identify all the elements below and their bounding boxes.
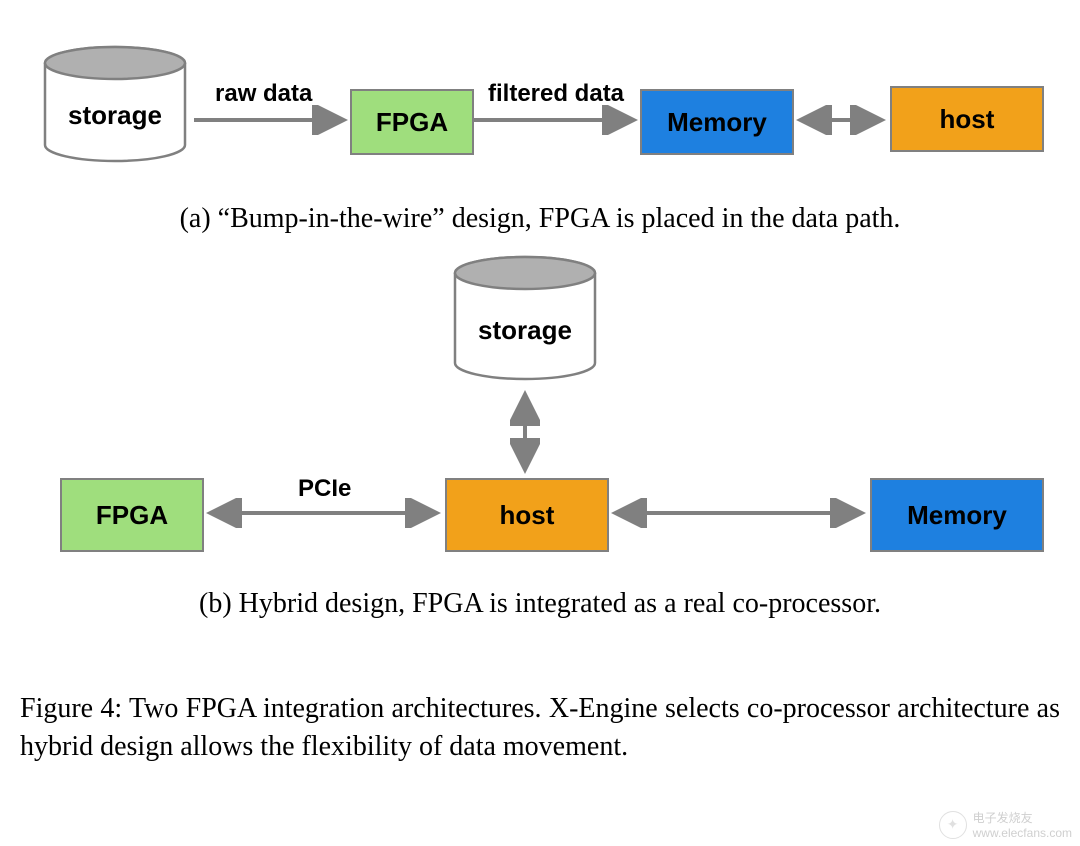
diagram-b-fpga-box: FPGA xyxy=(60,478,204,552)
diagram-b-storage-cylinder: storage xyxy=(450,255,600,385)
diagram-a-fpga-box: FPGA xyxy=(350,89,474,155)
diagram-b-memory-box: Memory xyxy=(870,478,1044,552)
diagram-b-host-box: host xyxy=(445,478,609,552)
diagram-a-storage-label: storage xyxy=(40,45,190,175)
diagram-a-arrow1-label: raw data xyxy=(215,80,312,108)
diagram-a-arrow-storage-fpga xyxy=(192,105,348,135)
diagram-a-caption: (a) “Bump-in-the-wire” design, FPGA is p… xyxy=(30,200,1050,238)
diagram-b-host-label: host xyxy=(500,500,555,531)
diagram-b-memory-label: Memory xyxy=(907,500,1007,531)
diagram-b-fpga-label: FPGA xyxy=(96,500,168,531)
diagram-a-arrow-memory-host xyxy=(794,105,888,135)
diagram-a-fpga-label: FPGA xyxy=(376,107,448,138)
figure-container: storage FPGA Memory host raw data filter… xyxy=(0,0,1080,846)
diagram-a-host-box: host xyxy=(890,86,1044,152)
figure-caption: Figure 4: Two FPGA integration architect… xyxy=(20,690,1060,766)
diagram-b-arrow-host-memory xyxy=(609,498,868,528)
diagram-b-storage-label: storage xyxy=(450,255,600,395)
diagram-a-memory-label: Memory xyxy=(667,107,767,138)
diagram-a-memory-box: Memory xyxy=(640,89,794,155)
diagram-b-arrow1-label: PCIe xyxy=(298,475,351,503)
diagram-a-host-label: host xyxy=(940,104,995,135)
diagram-b-caption: (b) Hybrid design, FPGA is integrated as… xyxy=(60,585,1020,623)
watermark-line1: 电子发烧友 xyxy=(973,809,1072,826)
watermark: ✦ 电子发烧友 www.elecfans.com xyxy=(939,809,1072,840)
diagram-a-storage-cylinder: storage xyxy=(40,45,190,165)
watermark-line2: www.elecfans.com xyxy=(973,826,1072,840)
diagram-a-arrow2-label: filtered data xyxy=(488,80,624,108)
diagram-a-arrow-fpga-memory xyxy=(472,105,638,135)
diagram-b-arrow-storage-host xyxy=(510,388,540,476)
watermark-logo-icon: ✦ xyxy=(939,811,967,839)
